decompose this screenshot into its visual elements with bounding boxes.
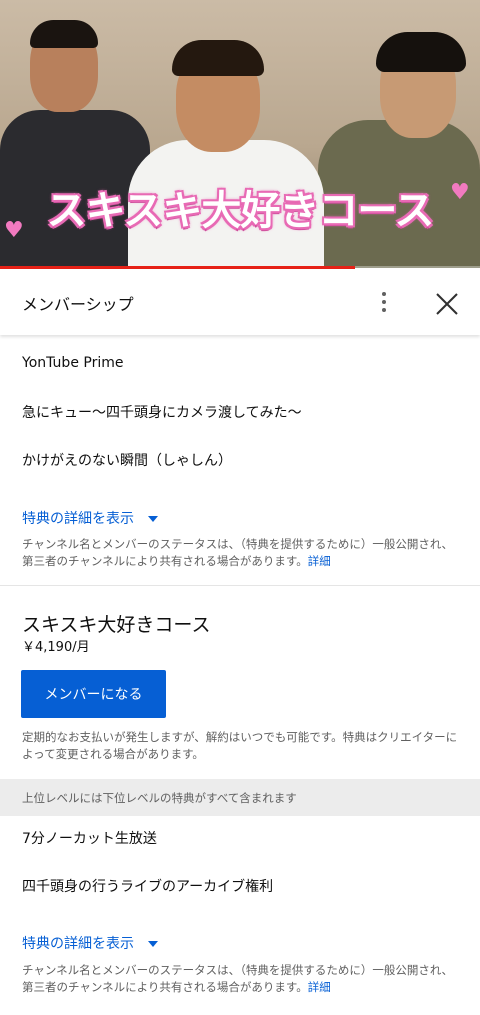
privacy-notice: チャンネル名とメンバーのステータスは、（特典を提供するために）一般公開され、第三… bbox=[22, 962, 460, 996]
tier-price: ￥4,190/月 bbox=[22, 640, 90, 655]
perk-item: YonTube Prime bbox=[22, 355, 124, 371]
person-left-hair bbox=[30, 20, 98, 48]
billing-note: 定期的なお支払いが発生しますが、解約はいつでも可能です。特典はクリエイターによっ… bbox=[22, 730, 458, 761]
privacy-notice-text: チャンネル名とメンバーのステータスは、（特典を提供するために）一般公開され、第三… bbox=[22, 963, 454, 994]
video-overlay-title: スキスキ大好きコース bbox=[46, 188, 435, 234]
perk-item: 7分ノーカット生放送 bbox=[22, 831, 157, 847]
show-perk-details-label: 特典の詳細を表示 bbox=[22, 511, 134, 527]
heart-icon: ♥ bbox=[4, 218, 24, 243]
person-center-hair bbox=[172, 40, 264, 76]
tier-name: スキスキ大好きコース bbox=[22, 614, 211, 636]
chevron-down-icon bbox=[148, 516, 158, 522]
chevron-down-icon bbox=[148, 941, 158, 947]
close-icon[interactable] bbox=[432, 289, 462, 319]
more-vert-icon[interactable] bbox=[374, 289, 394, 315]
panel-title: メンバーシップ bbox=[22, 295, 134, 314]
join-button[interactable]: メンバーになる bbox=[21, 670, 166, 718]
tier-includes-banner: 上位レベルには下位レベルの特典がすべて含まれます bbox=[0, 779, 480, 816]
notice-details-link[interactable]: 詳細 bbox=[308, 554, 331, 568]
privacy-notice-text: チャンネル名とメンバーのステータスは、（特典を提供するために）一般公開され、第三… bbox=[22, 537, 454, 568]
divider bbox=[0, 585, 480, 586]
tier-includes-text: 上位レベルには下位レベルの特典がすべて含まれます bbox=[22, 791, 297, 805]
notice-details-link[interactable]: 詳細 bbox=[308, 980, 331, 994]
perk-item: 急にキュー〜四千頭身にカメラ渡してみた〜 bbox=[22, 405, 302, 421]
person-right-hair bbox=[376, 32, 466, 72]
perk-item: かけがえのない瞬間（しゃしん） bbox=[22, 453, 232, 469]
membership-panel-header: メンバーシップ bbox=[0, 269, 480, 335]
privacy-notice: チャンネル名とメンバーのステータスは、（特典を提供するために）一般公開され、第三… bbox=[22, 536, 460, 570]
video-player[interactable]: スキスキ大好きコース ♥ ♥ bbox=[0, 0, 480, 268]
show-perk-details-link[interactable]: 特典の詳細を表示 bbox=[22, 508, 158, 528]
show-perk-details-link[interactable]: 特典の詳細を表示 bbox=[22, 933, 158, 953]
show-perk-details-label: 特典の詳細を表示 bbox=[22, 936, 134, 952]
heart-icon: ♥ bbox=[450, 180, 470, 205]
perk-item: 四千頭身の行うライブのアーカイブ権利 bbox=[22, 879, 274, 895]
